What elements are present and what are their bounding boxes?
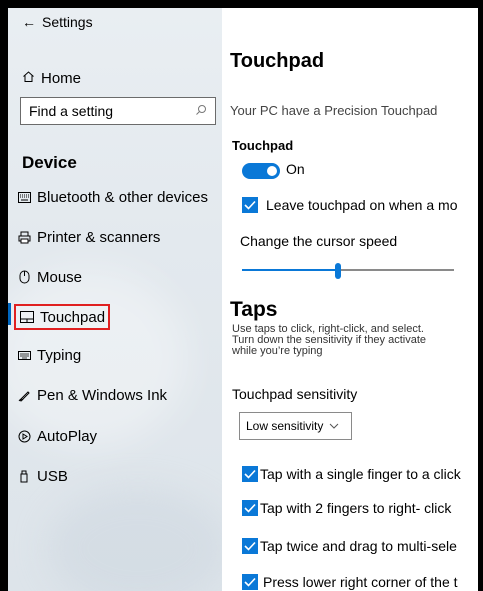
sidebar-item-touchpad[interactable]: Touchpad [14,304,111,330]
search-icon [195,103,207,119]
sidebar-item-usb[interactable]: USB [14,463,70,489]
sensitivity-label: Touchpad sensitivity [232,386,358,402]
toggle-state-label: On [286,161,305,177]
section-title: Device [22,153,77,172]
taps-desc-line: while you’re typing [232,345,323,357]
tap-drag-checkbox[interactable] [242,538,258,554]
sidebar-item-label: Typing [37,346,82,364]
sidebar-item-printers[interactable]: Printer & scanners [14,224,162,250]
taps-description: Use taps to click, right-click, and sele… [232,324,478,357]
search-placeholder: Find a setting [29,103,114,119]
sidebar: ← Settings Home Find a setting Device Bl… [8,8,222,591]
page-title: Touchpad [230,50,325,72]
settings-window: ← Settings Home Find a setting Device Bl… [0,0,483,591]
sidebar-item-label: Pen & Windows Ink [37,386,168,404]
slider-fill [242,269,335,271]
pen-icon [16,389,32,402]
window-border-right [478,0,483,591]
leave-on-checkbox[interactable] [242,197,258,213]
cursor-speed-slider[interactable] [242,263,454,279]
sidebar-item-label: Mouse [37,268,83,286]
sidebar-item-label: Printer & scanners [37,228,161,246]
checkmark-icon [244,469,256,479]
keyboard-icon [16,191,32,203]
sidebar-item-mouse[interactable]: Mouse [14,264,84,290]
touchpad-label: Touchpad [232,138,294,153]
sensitivity-value: Low sensitivity [246,419,324,433]
slider-thumb[interactable] [335,263,341,279]
home-label: Home [41,70,82,87]
checkmark-icon [244,200,256,210]
touchpad-toggle[interactable] [242,163,280,179]
sidebar-item-label: Touchpad [40,308,106,326]
tap-option-label: Tap twice and drag to multi-sele [260,538,457,554]
search-input[interactable]: Find a setting [20,97,216,125]
sidebar-item-bluetooth[interactable]: Bluetooth & other devices [14,184,210,210]
tap-option-label: Tap with a single finger to a click [260,466,461,482]
sidebar-item-label: AutoPlay [37,427,98,445]
usb-icon [16,470,32,483]
precision-touchpad-text: Your PC have a Precision Touchpad [230,103,438,118]
tap-two-finger-checkbox[interactable] [242,500,258,516]
autoplay-icon [16,430,32,443]
back-label: Settings [42,14,93,30]
sidebar-item-label: Bluetooth & other devices [37,188,208,206]
window-border-top [0,0,483,8]
mouse-icon [16,270,32,284]
slider-track [341,269,454,271]
tap-single-checkbox[interactable] [242,466,258,482]
window-border-left [0,0,8,591]
sidebar-item-autoplay[interactable]: AutoPlay [14,423,99,449]
leave-on-label: Leave touchpad on when a mo [266,197,458,213]
back-arrow-icon: ← [22,14,36,30]
sidebar-item-typing[interactable]: Typing [14,342,83,368]
main-content: Touchpad Your PC have a Precision Touchp… [222,8,478,591]
home-link[interactable]: Home [22,70,81,87]
press-corner-checkbox[interactable] [242,574,258,590]
typing-icon [16,350,32,360]
home-icon [22,70,35,87]
checkmark-icon [244,541,256,551]
sidebar-item-pen[interactable]: Pen & Windows Ink [14,382,169,408]
printer-icon [16,231,32,244]
active-indicator [8,303,11,325]
tap-option-label: Tap with 2 fingers to right- click [260,500,452,516]
tap-option-label: Press lower right corner of the t [263,574,458,590]
checkmark-icon [244,503,256,513]
sidebar-item-label: USB [37,467,68,485]
sensitivity-dropdown[interactable]: Low sensitivity [239,412,352,440]
checkmark-icon [244,577,256,587]
toggle-knob [267,166,277,176]
back-button[interactable]: ← Settings [22,14,93,30]
cursor-speed-label: Change the cursor speed [240,233,398,249]
chevron-down-icon [329,420,339,432]
touchpad-icon [19,311,35,323]
taps-title: Taps [230,298,278,321]
